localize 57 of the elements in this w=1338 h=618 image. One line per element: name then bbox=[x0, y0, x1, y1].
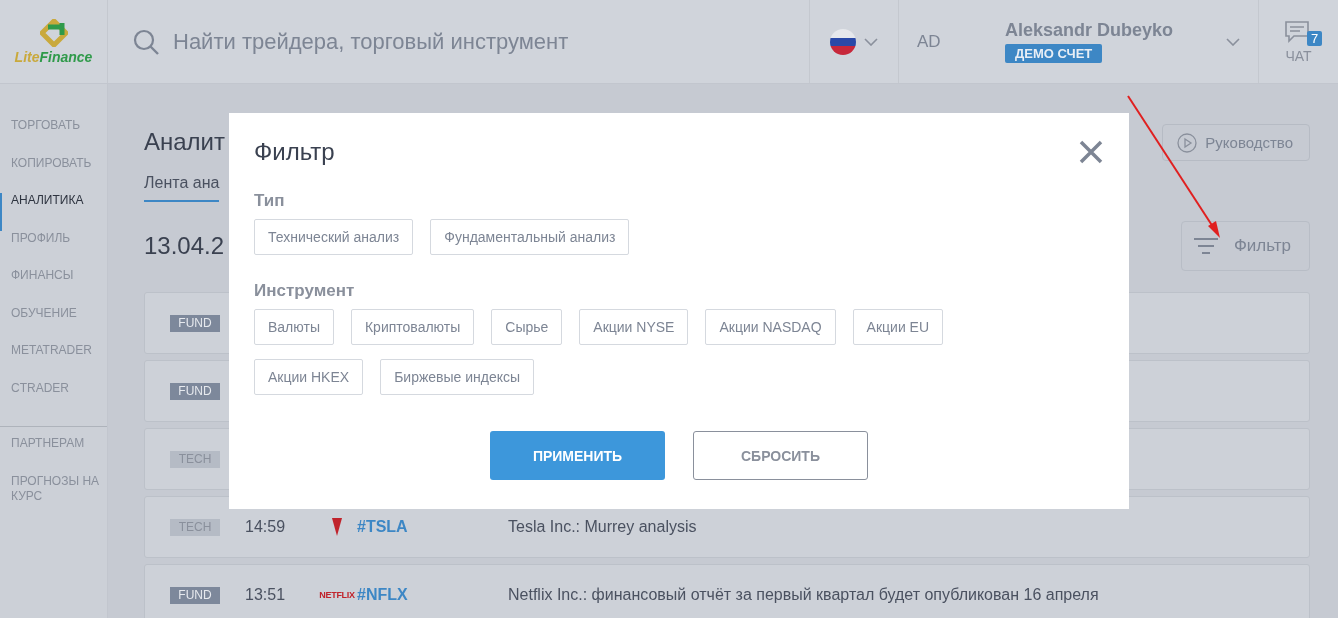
filter-chip[interactable]: Биржевые индексы bbox=[380, 359, 535, 395]
filter-chip[interactable]: Фундаментальный анализ bbox=[430, 219, 630, 255]
filter-chip[interactable]: Сырье bbox=[491, 309, 563, 345]
type-tag: FUND bbox=[170, 314, 220, 332]
time-text: 13:51 bbox=[245, 586, 287, 604]
row-title: Netflix Inc.: финансовый отчёт за первый квартал будет опубликован 16 апреля bbox=[508, 586, 1099, 604]
reset-button[interactable]: СБРОСИТЬ bbox=[693, 431, 868, 480]
guide-button[interactable]: Руководство bbox=[1162, 124, 1310, 161]
filter-chip[interactable]: Акции HKEX bbox=[254, 359, 364, 395]
ticker-link[interactable]: #TSLA bbox=[357, 518, 508, 536]
ticker-link[interactable]: #NFLX bbox=[357, 586, 508, 604]
account-badge: ДЕМО СЧЕТ bbox=[1005, 44, 1103, 63]
play-icon bbox=[1177, 132, 1198, 153]
sidebar-item[interactable]: CTRADER bbox=[0, 380, 107, 418]
user-name[interactable]: Aleksandr Dubeyko bbox=[1005, 20, 1174, 41]
chevron-icon bbox=[864, 37, 878, 46]
time-text: 14:59 bbox=[245, 518, 287, 536]
section-label: Тип bbox=[254, 191, 286, 211]
feed-row[interactable]: FUND 13:51 NETFLIX#NFLX Netflix Inc.: финансовый отчёт за первый квартал будет опубликован 16 апреля bbox=[144, 564, 1310, 618]
row-title: Tesla Inc.: Murrey analysis bbox=[508, 518, 697, 536]
sidebar-item[interactable]: ПРОГНОЗЫ НА КУРС bbox=[0, 473, 107, 511]
logo-icon bbox=[39, 18, 68, 47]
filter-chip[interactable]: Валюты bbox=[254, 309, 334, 345]
sidebar-item[interactable]: КОПИРОВАТЬ bbox=[0, 155, 107, 193]
filter-chip[interactable]: Технический анализ bbox=[254, 219, 414, 255]
sidebar-item[interactable]: ТОРГОВАТЬ bbox=[0, 118, 107, 156]
section-label: Инструмент bbox=[254, 281, 356, 301]
dialog-title: Фильтр bbox=[254, 138, 335, 166]
search-icon bbox=[133, 28, 159, 55]
sidebar-item[interactable]: АНАЛИТИКА bbox=[0, 193, 107, 231]
sidebar-item[interactable]: METATRADER bbox=[0, 343, 107, 381]
sidebar-item[interactable]: ПАРТНЕРАМ bbox=[0, 436, 107, 474]
filter-chip[interactable]: Акции EU bbox=[852, 309, 944, 345]
sidebar-item[interactable]: ФИНАНСЫ bbox=[0, 268, 107, 306]
flag-icon bbox=[830, 28, 856, 55]
sidebar-item[interactable]: ОБУЧЕНИЕ bbox=[0, 305, 107, 343]
filter-chip[interactable]: Криптовалюты bbox=[350, 309, 475, 345]
tesla-logo-icon bbox=[330, 518, 344, 536]
filter-icon bbox=[1193, 237, 1218, 255]
date-heading: 13.04.2 bbox=[144, 232, 225, 260]
close-icon[interactable] bbox=[1078, 139, 1104, 165]
search-field[interactable]: Найти трейдера, торговый инструмент bbox=[108, 0, 809, 83]
netflix-logo: NETFLIX bbox=[319, 590, 355, 600]
count-badge: 7 bbox=[1307, 31, 1323, 46]
tab[interactable]: Лента ана bbox=[144, 168, 220, 202]
filter-chip[interactable]: Акции NYSE bbox=[579, 309, 689, 345]
logo-text: LiteFinance bbox=[14, 48, 93, 65]
user-initials: AD bbox=[917, 31, 942, 52]
chat-button[interactable]: 7 ЧАТ bbox=[1258, 0, 1338, 83]
sidebar-item[interactable]: ПРОФИЛЬ bbox=[0, 230, 107, 268]
type-tag: FUND bbox=[170, 586, 220, 604]
type-tag: FUND bbox=[170, 382, 220, 400]
filter-button[interactable]: Фильтр bbox=[1180, 221, 1310, 271]
filter-chip[interactable]: Акции NASDAQ bbox=[705, 309, 836, 345]
chevron-icon[interactable] bbox=[1226, 37, 1240, 46]
apply-button[interactable]: ПРИМЕНИТЬ bbox=[490, 431, 665, 480]
page-title: Аналит bbox=[144, 128, 225, 156]
